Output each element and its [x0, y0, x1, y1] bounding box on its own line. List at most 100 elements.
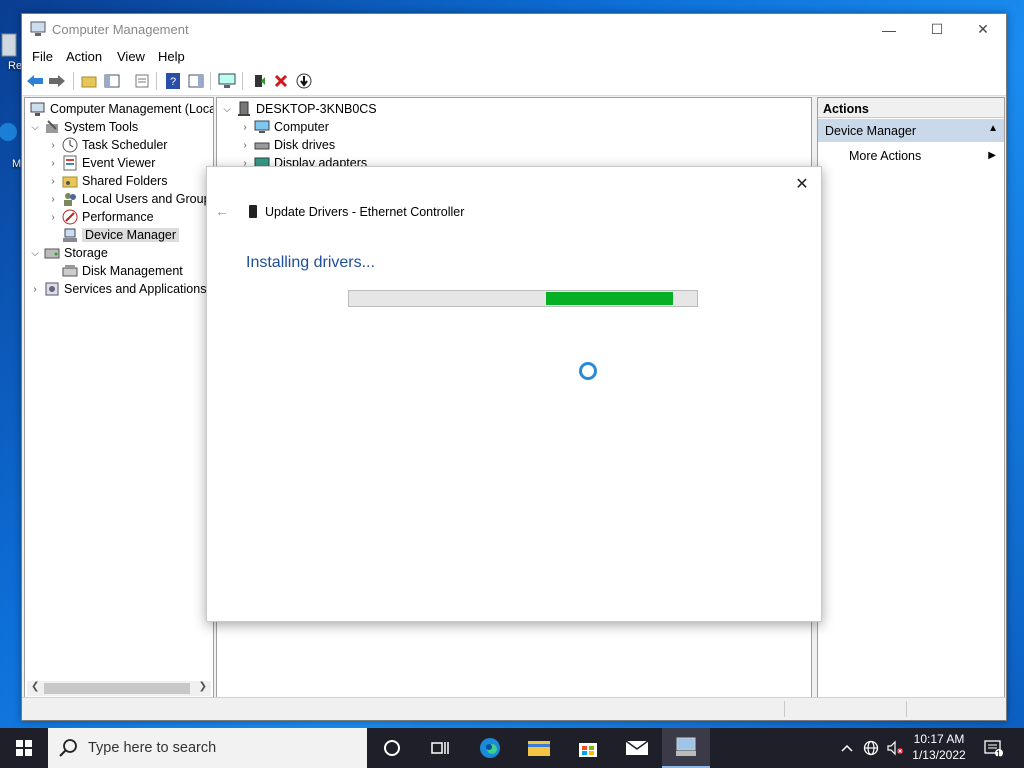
chevron-right-icon[interactable]: › [29, 283, 41, 295]
dialog-close-button[interactable]: ✕ [791, 173, 813, 195]
menu-action[interactable]: Action [66, 49, 102, 64]
device-root[interactable]: ⌵ DESKTOP-3KNB0CS [221, 100, 377, 118]
menu-view[interactable]: View [117, 49, 145, 64]
tree-item-event-viewer[interactable]: › Event Viewer [47, 154, 155, 172]
update-driver-icon[interactable] [249, 71, 269, 91]
store-icon [579, 743, 597, 757]
chevron-right-icon[interactable]: › [47, 193, 59, 205]
chevron-right-icon[interactable]: › [47, 211, 59, 223]
uninstall-icon[interactable] [271, 71, 291, 91]
store-taskbar-button[interactable] [564, 728, 612, 768]
console-tree-pane: Computer Management (Local ⌵ System Tool… [24, 97, 214, 699]
file-explorer-taskbar-button[interactable] [515, 728, 563, 768]
chevron-right-icon[interactable]: › [47, 139, 59, 151]
tree-root-label: Computer Management (Local [50, 102, 214, 116]
horizontal-scrollbar[interactable]: ❮ ❯ [27, 681, 211, 696]
tree-item-label: Disk Management [82, 264, 183, 278]
chevron-right-icon[interactable]: › [47, 175, 59, 187]
device-category-disk-drives[interactable]: › Disk drives [239, 136, 335, 154]
back-arrow-icon[interactable] [25, 71, 45, 91]
show-action-pane-icon[interactable] [186, 71, 206, 91]
svg-text:?: ? [170, 76, 176, 88]
tree-item-local-users[interactable]: › Local Users and Groups [47, 190, 214, 208]
minimize-button[interactable]: — [866, 14, 912, 45]
loading-spinner-icon [579, 362, 597, 380]
chevron-down-icon[interactable]: ⌵ [29, 247, 41, 259]
device-category-label: Disk drives [274, 138, 336, 152]
window-title: Computer Management [52, 22, 189, 37]
task-view-icon [431, 742, 449, 754]
taskbar-search-box[interactable]: Type here to search [48, 728, 367, 768]
event-viewer-icon [62, 155, 78, 171]
chevron-right-icon[interactable]: › [239, 139, 251, 151]
search-placeholder: Type here to search [88, 740, 217, 756]
properties-icon[interactable] [132, 71, 152, 91]
edge-taskbar-button[interactable] [466, 728, 514, 768]
tree-item-system-tools[interactable]: ⌵ System Tools [29, 118, 138, 136]
network-button[interactable] [860, 728, 882, 768]
recycle-bin-icon[interactable] [0, 30, 22, 60]
performance-icon [62, 209, 78, 225]
device-icon [249, 205, 257, 218]
chevron-down-icon[interactable]: ⌵ [29, 121, 41, 133]
help-icon[interactable]: ? [163, 71, 183, 91]
edge-icon [480, 738, 500, 758]
up-folder-icon[interactable] [79, 71, 99, 91]
more-actions-item[interactable]: More Actions [849, 149, 921, 163]
task-view-button[interactable] [416, 728, 464, 768]
computer-management-taskbar-button[interactable] [662, 728, 710, 768]
action-center-button[interactable]: 1 [980, 728, 1008, 768]
scroll-left-icon[interactable]: ❮ [31, 681, 39, 692]
volume-button[interactable] [884, 728, 906, 768]
scan-hardware-icon[interactable] [217, 71, 237, 91]
mail-icon [625, 740, 649, 755]
folder-icon [528, 741, 550, 756]
tree-item-label: Device Manager [82, 228, 180, 242]
submenu-arrow-icon[interactable]: ▶ [988, 150, 996, 161]
cortana-button[interactable] [368, 728, 416, 768]
tree-item-disk-management[interactable]: Disk Management [59, 262, 183, 280]
tree-item-task-scheduler[interactable]: › Task Scheduler [47, 136, 167, 154]
tree-root[interactable]: Computer Management (Local [27, 100, 214, 118]
collapse-up-icon[interactable]: ▲ [988, 123, 998, 134]
tree-item-label: Event Viewer [82, 156, 156, 170]
show-hide-tree-icon[interactable] [102, 71, 122, 91]
users-icon [62, 191, 78, 207]
tree-item-label: Shared Folders [82, 174, 168, 188]
menu-help[interactable]: Help [158, 49, 185, 64]
tree-item-label: Local Users and Groups [82, 192, 214, 206]
back-arrow-icon[interactable]: ← [215, 203, 229, 219]
scrollbar-thumb[interactable] [44, 683, 190, 694]
scroll-right-icon[interactable]: ❯ [199, 681, 207, 692]
chevron-right-icon[interactable]: › [47, 157, 59, 169]
start-button[interactable] [0, 728, 48, 768]
device-category-computer[interactable]: › Computer [239, 118, 329, 136]
maximize-button[interactable]: ☐ [914, 14, 960, 45]
show-hidden-icons-button[interactable] [838, 728, 856, 768]
actions-section-device-manager[interactable]: Device Manager ▲ [818, 119, 1004, 142]
notification-count: 1 [996, 749, 1002, 759]
actions-header: Actions [818, 98, 1004, 118]
chevron-down-icon[interactable]: ⌵ [221, 103, 233, 115]
tree-item-device-manager[interactable]: Device Manager [59, 226, 180, 244]
mail-taskbar-button[interactable] [613, 728, 661, 768]
progress-fill [546, 292, 673, 305]
computer-management-icon [676, 737, 696, 756]
tree-item-shared-folders[interactable]: › Shared Folders [47, 172, 167, 190]
disable-device-icon[interactable] [294, 71, 314, 91]
computer-icon [236, 101, 252, 117]
menu-file[interactable]: File [32, 49, 53, 64]
globe-network-icon [863, 740, 879, 756]
chevron-right-icon[interactable]: › [239, 121, 251, 133]
edge-desktop-icon[interactable] [0, 118, 22, 148]
system-clock[interactable]: 10:17 AM 1/13/2022 [906, 731, 972, 763]
title-bar[interactable]: Computer Management — ☐ ✕ [22, 14, 1006, 45]
tree-item-services-and-applications[interactable]: › Services and Applications [29, 280, 206, 298]
forward-arrow-icon[interactable] [47, 71, 67, 91]
install-progress-bar [348, 290, 698, 307]
tree-item-performance[interactable]: › Performance [47, 208, 154, 226]
close-button[interactable]: ✕ [960, 14, 1006, 45]
actions-pane: Actions Device Manager ▲ More Actions ▶ [817, 97, 1005, 699]
cortana-icon [384, 740, 400, 756]
tree-item-storage[interactable]: ⌵ Storage [29, 244, 108, 262]
